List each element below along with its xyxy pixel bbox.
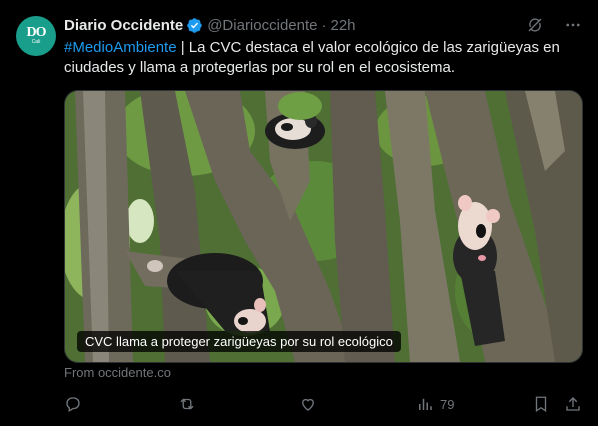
timestamp[interactable]: 22h [330,17,355,34]
media-card[interactable]: CVC llama a proteger zarigüeyas por su r… [64,90,583,363]
hashtag-link[interactable]: #MedioAmbiente [64,39,177,56]
separator-dot: · [321,16,327,34]
author-name[interactable]: Diario Occidente [64,17,183,34]
reply-button[interactable] [64,393,82,415]
like-icon [302,398,314,411]
author-handle[interactable]: @Diarioccidente [207,17,317,34]
views-icon [419,398,432,410]
views-count: 79 [440,396,455,412]
tweet-text: #MedioAmbiente | La CVC destaca el valor… [64,38,580,78]
views-button[interactable]: 79 [416,393,454,415]
avatar-logo-sub: Cali [31,39,41,45]
tweet-header: Diario Occidente @Diarioccidente · 22h [64,14,582,36]
like-button[interactable] [299,393,317,415]
share-icon [566,397,580,411]
avatar-logo-text: DO [26,25,47,40]
reply-icon [66,397,80,412]
avatar[interactable]: DO Cali [16,16,56,56]
grok-icon[interactable] [526,16,544,34]
retweet-button[interactable] [178,393,196,415]
bookmark-button[interactable] [532,393,550,415]
more-icon[interactable] [564,16,582,34]
opossum-photo [65,91,582,362]
action-bar: 79 [64,393,582,415]
retweet-icon [180,398,194,410]
verified-badge-icon [186,17,203,34]
link-source[interactable]: From occidente.co [64,365,171,380]
media-caption: CVC llama a proteger zarigüeyas por su r… [77,331,401,352]
share-button[interactable] [564,393,582,415]
bookmark-icon [535,396,547,413]
